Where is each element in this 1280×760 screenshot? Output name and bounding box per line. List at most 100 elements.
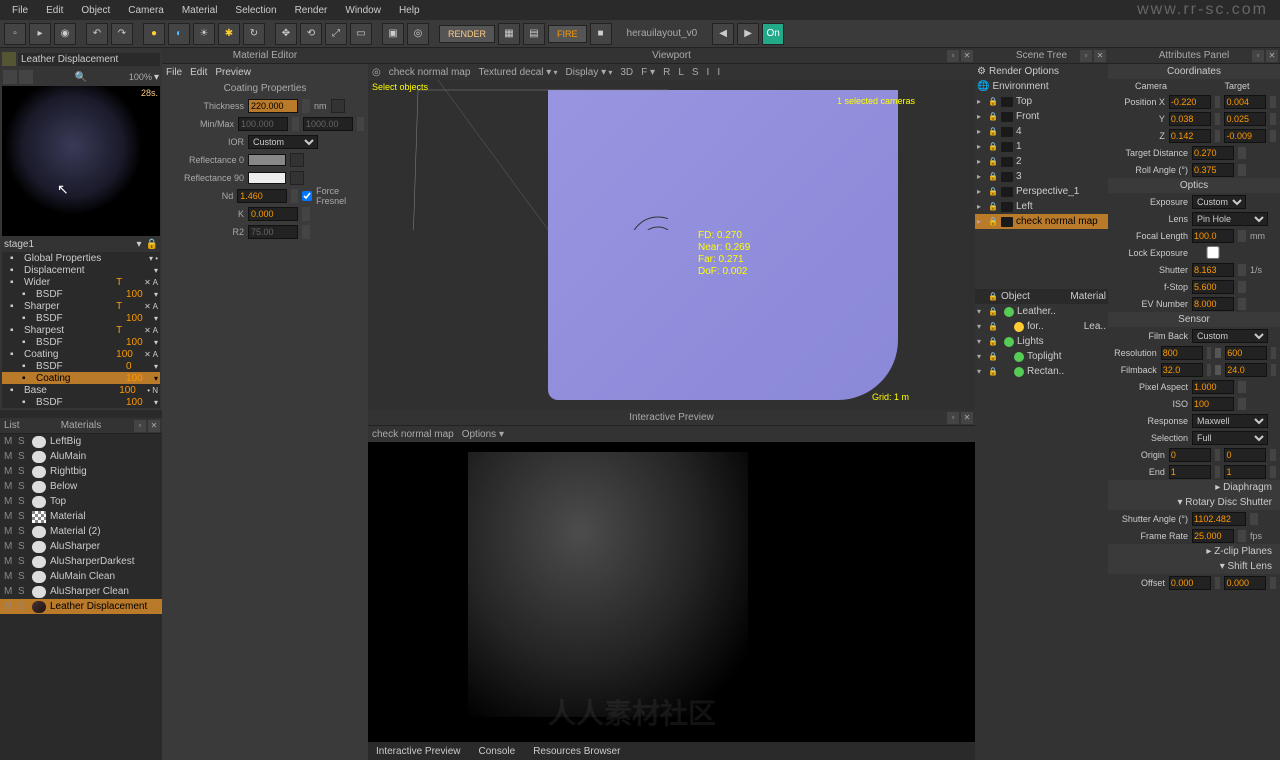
layer-row[interactable]: ▪WiderT✕ A bbox=[2, 276, 160, 288]
vp-tab-f[interactable]: F ▾ bbox=[641, 67, 655, 78]
tab-interactive-preview[interactable]: Interactive Preview bbox=[376, 746, 460, 757]
redo-icon[interactable]: ↷ bbox=[111, 23, 133, 45]
tab-resources-browser[interactable]: Resources Browser bbox=[533, 746, 620, 757]
vp-tab-i1[interactable]: I bbox=[707, 67, 710, 78]
mat-tool-2-icon[interactable] bbox=[19, 70, 33, 84]
ipv-options[interactable]: Options ▾ bbox=[462, 429, 504, 440]
menu-selection[interactable]: Selection bbox=[227, 3, 284, 18]
origin-y-input[interactable] bbox=[1224, 448, 1266, 462]
lock-icon[interactable]: 🔒 bbox=[988, 97, 998, 106]
offset-y-spinner[interactable] bbox=[1270, 577, 1276, 589]
new-icon[interactable]: ▫ bbox=[4, 23, 26, 45]
posy-cam-spinner[interactable] bbox=[1215, 113, 1221, 125]
material-row[interactable]: MSBelow bbox=[0, 479, 162, 494]
menu-render[interactable]: Render bbox=[287, 3, 336, 18]
posx-cam-spinner[interactable] bbox=[1215, 96, 1221, 108]
open-icon[interactable]: ▸ bbox=[29, 23, 51, 45]
menu-edit[interactable]: Edit bbox=[38, 3, 71, 18]
thickness-spinner[interactable] bbox=[302, 99, 310, 113]
vp-tab-display[interactable]: Display ▾ bbox=[566, 67, 613, 78]
lock-icon[interactable]: 🔒 bbox=[988, 187, 998, 196]
menu-object[interactable]: Object bbox=[73, 3, 118, 18]
res-h-spinner[interactable] bbox=[1271, 347, 1276, 359]
vp-tab-i2[interactable]: I bbox=[717, 67, 720, 78]
save-icon[interactable]: ◉ bbox=[54, 23, 76, 45]
sphere-icon[interactable]: ● bbox=[143, 23, 165, 45]
vp-target-icon[interactable]: ◎ bbox=[372, 67, 381, 78]
fb-w-spinner[interactable] bbox=[1207, 364, 1212, 376]
res-h-input[interactable] bbox=[1225, 346, 1267, 360]
camera-icon[interactable]: ▣ bbox=[382, 23, 404, 45]
material-row[interactable]: MSLeftBig bbox=[0, 434, 162, 449]
menu-material[interactable]: Material bbox=[174, 3, 226, 18]
lock-icon[interactable]: 🔒 bbox=[988, 322, 998, 331]
menu-window[interactable]: Window bbox=[337, 3, 389, 18]
expand-icon[interactable]: ▸ bbox=[977, 157, 985, 166]
refl0-map-icon[interactable] bbox=[290, 153, 304, 167]
k-spinner[interactable] bbox=[302, 207, 310, 221]
posz-cam-spinner[interactable] bbox=[1215, 130, 1221, 142]
expand-icon[interactable]: ▾ bbox=[977, 367, 985, 376]
move-icon[interactable]: ✥ bbox=[275, 23, 297, 45]
expand-icon[interactable]: ▸ bbox=[977, 127, 985, 136]
refresh-icon[interactable]: ↻ bbox=[243, 23, 265, 45]
material-row[interactable]: MSAluSharper Clean bbox=[0, 584, 162, 599]
menu-file[interactable]: File bbox=[4, 3, 36, 18]
max-spinner[interactable] bbox=[357, 117, 364, 131]
vp-tab-3d[interactable]: 3D bbox=[620, 67, 633, 78]
expand-icon[interactable]: ▸ bbox=[977, 172, 985, 181]
lockexp-checkbox[interactable] bbox=[1192, 246, 1234, 259]
attr-close-icon[interactable]: ✕ bbox=[1266, 50, 1278, 62]
expand-icon[interactable]: ▾ bbox=[977, 352, 985, 361]
roll-spinner[interactable] bbox=[1238, 164, 1246, 176]
diaphragm-expand-icon[interactable]: ▸ bbox=[1215, 482, 1223, 493]
end-x-spinner[interactable] bbox=[1215, 466, 1221, 478]
camera-row[interactable]: ▸🔒check normal map bbox=[975, 214, 1108, 229]
sky-icon[interactable]: ☀ bbox=[193, 23, 215, 45]
mat-tool-1-icon[interactable] bbox=[3, 70, 17, 84]
layout-prev-icon[interactable]: ◀ bbox=[712, 23, 734, 45]
posz-tgt-spinner[interactable] bbox=[1270, 130, 1276, 142]
fb-h-spinner[interactable] bbox=[1271, 364, 1276, 376]
refl90-map-icon[interactable] bbox=[290, 171, 304, 185]
menu-help[interactable]: Help bbox=[391, 3, 428, 18]
expand-icon[interactable]: ▸ bbox=[977, 187, 985, 196]
gear-icon[interactable]: ⚙ bbox=[977, 66, 986, 77]
st-undock-icon[interactable]: ▫ bbox=[1080, 50, 1092, 62]
response-select[interactable]: Maxwell bbox=[1192, 414, 1268, 428]
thickness-input[interactable] bbox=[248, 99, 298, 113]
shutter-spinner[interactable] bbox=[1238, 264, 1246, 276]
material-row[interactable]: MSAluSharper bbox=[0, 539, 162, 554]
iso-spinner[interactable] bbox=[1238, 398, 1246, 410]
lock-icon[interactable]: 🔒 bbox=[988, 142, 998, 151]
expand-icon[interactable]: ▾ bbox=[977, 337, 985, 346]
ipv-checknormal[interactable]: check normal map bbox=[372, 429, 454, 440]
stage-dropdown-icon[interactable]: ▾ bbox=[137, 239, 142, 250]
fb-w-input[interactable] bbox=[1161, 363, 1203, 377]
viewport-3d[interactable]: Select objects 1 selected cameras Grid: … bbox=[368, 80, 975, 410]
vp-tab-s[interactable]: S bbox=[692, 67, 699, 78]
layer-row[interactable]: ▪Displacement▾ bbox=[2, 264, 160, 276]
min-spinner[interactable] bbox=[292, 117, 299, 131]
material-row[interactable]: MSLeather Displacement bbox=[0, 599, 162, 614]
material-row[interactable]: MSAluMain Clean bbox=[0, 569, 162, 584]
shiftlens-section[interactable]: Shift Lens bbox=[1228, 561, 1272, 572]
posz-tgt-input[interactable] bbox=[1224, 129, 1266, 143]
fire-button[interactable]: FIRE bbox=[548, 25, 587, 43]
pixelaspect-input[interactable] bbox=[1192, 380, 1234, 394]
vp-tab-textured[interactable]: Textured decal ▾ bbox=[478, 67, 557, 78]
layer-row[interactable]: ▪Global Properties▾ • bbox=[2, 252, 160, 264]
camera-row[interactable]: ▸🔒2 bbox=[975, 154, 1108, 169]
expand-icon[interactable]: ▸ bbox=[977, 217, 985, 226]
lock-icon[interactable]: 🔒 bbox=[988, 337, 998, 346]
res-w-input[interactable] bbox=[1161, 346, 1203, 360]
render-channel-icon[interactable]: ▤ bbox=[523, 23, 545, 45]
camera-row[interactable]: ▸🔒Left bbox=[975, 199, 1108, 214]
end-y-spinner[interactable] bbox=[1270, 466, 1276, 478]
layout-next-icon[interactable]: ▶ bbox=[737, 23, 759, 45]
stage-name[interactable]: stage1 bbox=[4, 239, 34, 250]
min-input[interactable] bbox=[238, 117, 288, 131]
end-x-input[interactable] bbox=[1169, 465, 1211, 479]
lock-icon[interactable]: 🔒 bbox=[146, 239, 158, 250]
matedit-file[interactable]: File bbox=[166, 67, 182, 78]
